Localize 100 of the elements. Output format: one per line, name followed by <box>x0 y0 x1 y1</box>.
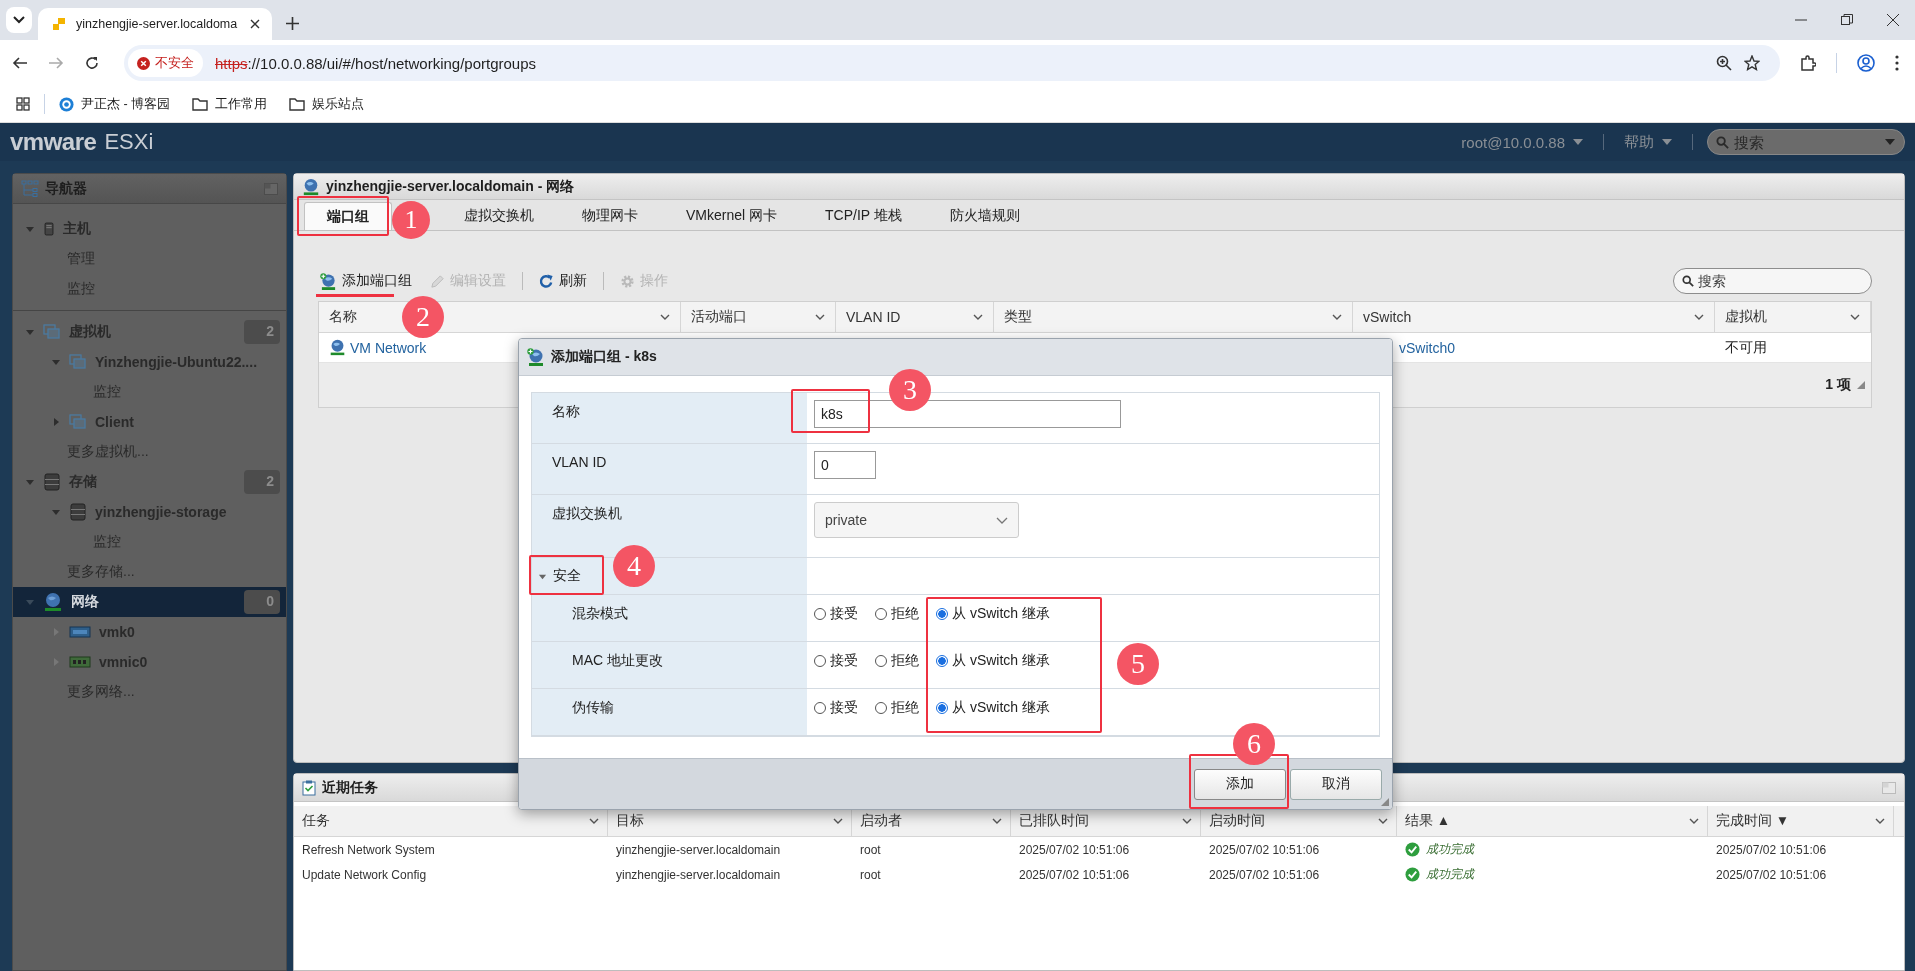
column-header[interactable]: VLAN ID <box>836 302 994 332</box>
chevron-down-icon <box>13 16 25 24</box>
table-cell: Update Network Config <box>302 867 427 882</box>
tab[interactable]: 防火墙规则 <box>927 202 1042 230</box>
security-chip[interactable]: 不安全 <box>128 49 203 77</box>
clipboard-icon <box>302 779 316 796</box>
vm-icon <box>43 323 61 341</box>
tab-list-button[interactable] <box>6 7 32 33</box>
reload-icon[interactable] <box>84 55 100 71</box>
globe-icon <box>329 339 346 356</box>
new-tab-icon[interactable] <box>286 17 299 30</box>
search-field[interactable]: 搜索 <box>1673 268 1872 294</box>
caret-down-icon[interactable] <box>25 327 35 337</box>
radio-option[interactable]: 拒绝 <box>875 605 936 623</box>
bookmark[interactable]: 尹正杰 - 博客园 <box>59 95 171 113</box>
chevron-down-icon <box>660 314 671 320</box>
vlan-field[interactable]: 0 <box>814 451 876 479</box>
radio-option[interactable]: 从 vSwitch 继承 <box>936 605 1050 623</box>
pencil-icon <box>430 273 445 289</box>
section-toggle[interactable]: 安全 <box>538 567 581 585</box>
help-menu[interactable]: 帮助 <box>1618 132 1678 152</box>
check-circle-icon <box>1405 867 1420 882</box>
status-text: 成功完成 <box>1426 866 1474 883</box>
column-header[interactable]: 结果 ▲ <box>1397 806 1708 836</box>
tab[interactable]: 物理网卡 <box>560 202 660 230</box>
caret-down-icon <box>1573 139 1583 145</box>
browser-tab[interactable]: yinzhengjie-server.localdoma <box>38 8 272 40</box>
vswitch-dropdown[interactable]: private <box>814 502 1019 538</box>
star-icon[interactable] <box>1744 55 1760 71</box>
radio-option[interactable]: 从 vSwitch 继承 <box>936 699 1050 717</box>
caret-down-icon[interactable] <box>51 507 61 517</box>
table-cell: 2025/07/02 10:51:06 <box>1716 842 1827 857</box>
apps-icon[interactable] <box>16 97 30 111</box>
radio-option[interactable]: 拒绝 <box>875 699 936 717</box>
vm-icon <box>69 413 87 431</box>
toolbar-button[interactable]: 添加端口组 <box>318 268 414 294</box>
item-count: 1 项 <box>1825 376 1851 394</box>
vm-icon <box>69 353 87 371</box>
close-icon[interactable] <box>1887 14 1899 26</box>
column-header[interactable]: 虚拟机 <box>1715 302 1871 332</box>
radio-option[interactable]: 接受 <box>814 652 875 670</box>
dialog-button[interactable]: 取消 <box>1290 768 1382 800</box>
bookmark[interactable]: 工作常用 <box>192 95 268 113</box>
restore-icon[interactable] <box>1841 14 1853 26</box>
puzzle-icon[interactable] <box>1800 55 1816 71</box>
server-icon <box>43 219 55 239</box>
back-icon[interactable] <box>12 55 28 71</box>
step-number: 5 <box>1117 643 1159 685</box>
resize-grip-icon[interactable] <box>1857 381 1865 389</box>
tab[interactable]: 端口组 <box>304 202 392 230</box>
tab-title: yinzhengjie-server.localdoma <box>76 17 239 31</box>
forward-icon[interactable] <box>48 55 64 71</box>
column-header[interactable]: 活动端口 <box>681 302 836 332</box>
search-field[interactable]: 搜索 <box>1707 129 1905 155</box>
caret-down-icon[interactable] <box>51 357 61 367</box>
radio-option[interactable]: 拒绝 <box>875 652 936 670</box>
table-cell[interactable]: vSwitch0 <box>1398 339 1455 356</box>
check-circle-icon <box>1405 842 1420 857</box>
caret-down-icon[interactable] <box>25 477 35 487</box>
field-label: 伪传输 <box>572 699 614 715</box>
caret-right-icon[interactable] <box>51 417 61 427</box>
user-menu[interactable]: root@10.0.0.88 <box>1455 133 1589 151</box>
table-cell: Refresh Network System <box>302 842 435 857</box>
chevron-down-icon <box>1689 818 1699 824</box>
toolbar-button[interactable]: 刷新 <box>537 268 589 294</box>
site-icon <box>59 96 74 112</box>
menu-icon[interactable] <box>1895 55 1899 71</box>
chevron-down-icon <box>1875 818 1885 824</box>
zoom-icon[interactable] <box>1716 55 1732 71</box>
tab[interactable]: VMkernel 网卡 <box>664 202 800 230</box>
caret-down-icon[interactable] <box>25 597 35 607</box>
tab[interactable]: TCP/IP 堆栈 <box>803 202 924 230</box>
database-icon <box>43 473 61 491</box>
radio-option[interactable]: 接受 <box>814 605 875 623</box>
column-header[interactable]: 类型 <box>993 302 1353 332</box>
table-cell: root <box>860 867 881 882</box>
globe-icon <box>302 177 320 196</box>
tab[interactable]: 虚拟交换机 <box>442 202 556 230</box>
table-cell[interactable]: VM Network <box>329 339 427 356</box>
table-cell: 2025/07/02 10:51:06 <box>1209 842 1320 857</box>
dialog-title: 添加端口组 - k8s <box>551 348 657 366</box>
profile-icon[interactable] <box>1857 54 1875 72</box>
radio-option[interactable]: 从 vSwitch 继承 <box>936 652 1050 670</box>
radio-option[interactable]: 接受 <box>814 699 875 717</box>
column-header[interactable]: vSwitch <box>1353 302 1716 332</box>
name-field[interactable]: k8s <box>814 400 1121 428</box>
field-label: VLAN ID <box>552 454 607 470</box>
column-header[interactable]: 完成时间 ▼ <box>1708 806 1894 836</box>
caret-down-icon[interactable] <box>25 224 35 234</box>
square-icon[interactable] <box>264 182 278 195</box>
bookmark[interactable]: 娱乐站点 <box>289 95 365 113</box>
caret-down-icon[interactable] <box>1885 139 1895 145</box>
dialog-button[interactable]: 添加 <box>1194 768 1286 800</box>
address-bar[interactable]: 不安全 https://10.0.0.88/ui/#/host/networking/portgroups <box>124 45 1780 81</box>
square-icon[interactable] <box>1882 781 1896 794</box>
field-label: 虚拟交换机 <box>552 505 622 521</box>
close-icon[interactable] <box>250 19 260 29</box>
tree-item[interactable]: 网络 0 <box>13 587 286 617</box>
add-network-icon <box>527 348 545 366</box>
table-cell: 2025/07/02 10:51:06 <box>1019 842 1130 857</box>
